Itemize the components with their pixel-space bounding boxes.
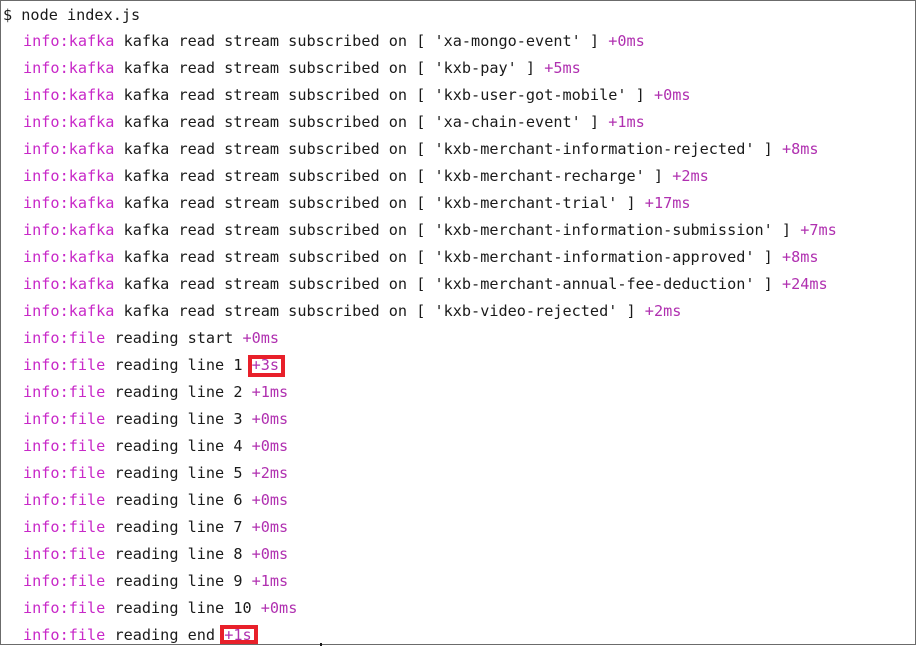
log-line: info:kafka kafka read stream subscribed … bbox=[23, 111, 645, 133]
log-message: reading end bbox=[114, 626, 216, 644]
log-message: kafka read stream subscribed on [ 'kxb-m… bbox=[123, 275, 773, 293]
log-time-delta: +5ms bbox=[544, 59, 581, 77]
log-namespace: info:file bbox=[23, 437, 106, 455]
log-message: reading start bbox=[114, 329, 234, 347]
log-line: info:file reading start +0ms bbox=[23, 327, 279, 349]
log-message: kafka read stream subscribed on [ 'kxb-p… bbox=[123, 59, 536, 77]
log-line: info:kafka kafka read stream subscribed … bbox=[23, 138, 819, 160]
log-namespace: info:file bbox=[23, 626, 106, 644]
log-line: info:kafka kafka read stream subscribed … bbox=[23, 57, 581, 79]
log-message: kafka read stream subscribed on [ 'kxb-m… bbox=[123, 194, 636, 212]
log-namespace: info:kafka bbox=[23, 194, 115, 212]
log-message: kafka read stream subscribed on [ 'kxb-m… bbox=[123, 248, 773, 266]
terminal-window[interactable]: $ node index.js info:kafka kafka read st… bbox=[0, 0, 916, 645]
log-line: info:file reading line 7 +0ms bbox=[23, 516, 288, 538]
log-time-delta: +0ms bbox=[251, 491, 289, 509]
log-line: info:kafka kafka read stream subscribed … bbox=[23, 192, 691, 214]
log-time-delta: +0ms bbox=[251, 518, 289, 536]
log-namespace: info:kafka bbox=[23, 140, 115, 158]
log-message: reading line 1 bbox=[114, 356, 243, 374]
log-namespace: info:file bbox=[23, 356, 106, 374]
log-line: info:file reading line 6 +0ms bbox=[23, 489, 288, 511]
log-namespace: info:kafka bbox=[23, 167, 115, 185]
log-line: info:file reading end +1s bbox=[23, 624, 252, 644]
log-time-delta: +1ms bbox=[608, 113, 645, 131]
log-namespace: info:file bbox=[23, 518, 106, 536]
log-line: info:file reading line 2 +1ms bbox=[23, 381, 288, 403]
log-time-delta: +0ms bbox=[251, 410, 289, 428]
log-message: kafka read stream subscribed on [ 'kxb-v… bbox=[123, 302, 636, 320]
log-namespace: info:kafka bbox=[23, 302, 115, 320]
command-prompt: $ node index.js bbox=[3, 6, 141, 24]
log-message: reading line 3 bbox=[114, 410, 243, 428]
log-namespace: info:kafka bbox=[23, 59, 115, 77]
log-message: kafka read stream subscribed on [ 'xa-ch… bbox=[123, 113, 600, 131]
highlighted-time-delta: +3s bbox=[251, 356, 280, 374]
log-namespace: info:kafka bbox=[23, 221, 115, 239]
log-namespace: info:file bbox=[23, 545, 106, 563]
log-message: reading line 9 bbox=[114, 572, 243, 590]
log-line: info:kafka kafka read stream subscribed … bbox=[23, 84, 691, 106]
log-line: info:file reading line 5 +2ms bbox=[23, 462, 288, 484]
log-namespace: info:file bbox=[23, 410, 106, 428]
log-time-delta: +2ms bbox=[672, 167, 709, 185]
log-time-delta: +17ms bbox=[644, 194, 691, 212]
log-message: reading line 5 bbox=[114, 464, 243, 482]
log-namespace: info:file bbox=[23, 599, 106, 617]
log-namespace: info:file bbox=[23, 464, 106, 482]
log-namespace: info:file bbox=[23, 572, 106, 590]
log-message: kafka read stream subscribed on [ 'kxb-m… bbox=[123, 140, 773, 158]
log-namespace: info:kafka bbox=[23, 86, 115, 104]
log-time-delta: +2ms bbox=[644, 302, 682, 320]
log-line: info:kafka kafka read stream subscribed … bbox=[23, 273, 828, 295]
log-message: kafka read stream subscribed on [ 'kxb-m… bbox=[123, 167, 664, 185]
log-time-delta: +0ms bbox=[251, 437, 289, 455]
log-time-delta: +0ms bbox=[608, 32, 645, 50]
log-message: kafka read stream subscribed on [ 'kxb-u… bbox=[123, 86, 645, 104]
log-time-delta: +7ms bbox=[800, 221, 837, 239]
log-message: reading line 10 bbox=[114, 599, 252, 617]
log-message: kafka read stream subscribed on [ 'xa-mo… bbox=[123, 32, 600, 50]
highlighted-time-delta: +1s bbox=[224, 626, 252, 644]
log-message: reading line 4 bbox=[114, 437, 243, 455]
log-line: info:file reading line 8 +0ms bbox=[23, 543, 288, 565]
log-namespace: info:kafka bbox=[23, 248, 115, 266]
log-time-delta: +1ms bbox=[251, 383, 289, 401]
log-line: info:file reading line 4 +0ms bbox=[23, 435, 288, 457]
log-line: info:kafka kafka read stream subscribed … bbox=[23, 30, 645, 52]
log-time-delta: +8ms bbox=[781, 140, 819, 158]
log-time-delta: +0ms bbox=[260, 599, 298, 617]
log-line: info:kafka kafka read stream subscribed … bbox=[23, 219, 837, 241]
log-line: info:kafka kafka read stream subscribed … bbox=[23, 300, 681, 322]
log-line: info:file reading line 9 +1ms bbox=[23, 570, 288, 592]
log-time-delta: +24ms bbox=[781, 275, 828, 293]
log-time-delta: +2ms bbox=[251, 464, 289, 482]
log-namespace: info:kafka bbox=[23, 113, 115, 131]
log-namespace: info:kafka bbox=[23, 275, 115, 293]
log-time-delta: +0ms bbox=[242, 329, 280, 347]
log-message: reading line 6 bbox=[114, 491, 243, 509]
log-message: reading line 7 bbox=[114, 518, 243, 536]
log-line: info:file reading line 10 +0ms bbox=[23, 597, 297, 619]
text-cursor bbox=[320, 643, 322, 646]
log-time-delta: +0ms bbox=[251, 545, 289, 563]
log-namespace: info:file bbox=[23, 383, 106, 401]
log-time-delta: +0ms bbox=[653, 86, 691, 104]
log-line: info:file reading line 1 +3s bbox=[23, 354, 279, 376]
log-time-delta: +8ms bbox=[781, 248, 819, 266]
log-message: kafka read stream subscribed on [ 'kxb-m… bbox=[123, 221, 792, 239]
log-namespace: info:file bbox=[23, 491, 106, 509]
log-namespace: info:file bbox=[23, 329, 106, 347]
log-namespace: info:kafka bbox=[23, 32, 115, 50]
log-line: info:kafka kafka read stream subscribed … bbox=[23, 165, 709, 187]
log-message: reading line 8 bbox=[114, 545, 243, 563]
log-time-delta: +1ms bbox=[251, 572, 289, 590]
log-line: info:kafka kafka read stream subscribed … bbox=[23, 246, 819, 268]
log-line: info:file reading line 3 +0ms bbox=[23, 408, 288, 430]
log-message: reading line 2 bbox=[114, 383, 243, 401]
